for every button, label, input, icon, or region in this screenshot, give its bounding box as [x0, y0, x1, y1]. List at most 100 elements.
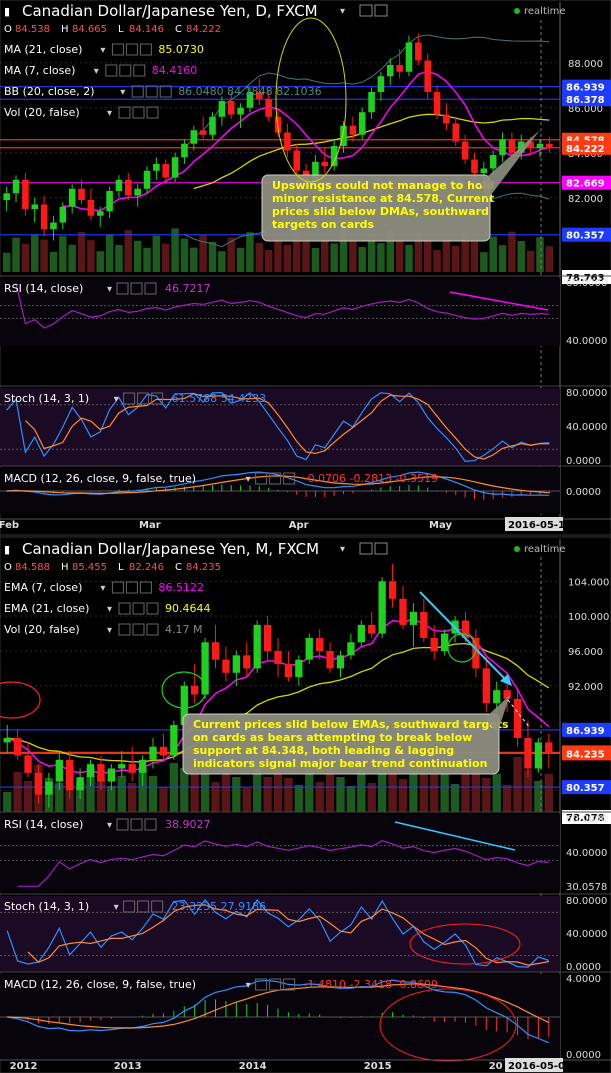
candle-body	[503, 690, 511, 699]
price-tag: 80.357	[562, 227, 611, 242]
subpanel-tick-label: 0.0000	[566, 456, 601, 467]
subpanel-label: Stoch (14, 3, 1)	[4, 392, 89, 405]
volume-bar	[190, 768, 199, 812]
candle-body	[78, 188, 85, 200]
indicator-legend-row[interactable]: MA (21, close) ▾ 85.0730	[4, 43, 204, 56]
volume-bar	[294, 785, 303, 812]
candle-body	[170, 724, 178, 756]
chart-monthly: 104.000100.00096.00092.00080.00086.93984…	[0, 536, 611, 1073]
subpanel-dropdown-icon[interactable]: ▾	[107, 820, 112, 831]
ohlc-label: L	[118, 24, 124, 35]
candle-body	[134, 188, 141, 196]
price-tag-label: 84.235	[566, 749, 605, 760]
candle-body	[107, 768, 116, 782]
subpanel-dropdown-icon[interactable]: ▾	[114, 902, 119, 913]
price-tag: 86.939	[562, 79, 611, 94]
collapse-icon[interactable]: ▮	[4, 543, 10, 556]
volume-bar	[536, 237, 544, 272]
volume-bar	[190, 247, 198, 272]
volume-bar	[12, 237, 20, 272]
candle-body	[12, 179, 20, 194]
subpanel-legend[interactable]: RSI (14, close) ▾ 38.9027	[4, 818, 211, 831]
volume-bar	[23, 781, 33, 812]
indicator-legend-row[interactable]: EMA (7, close) ▾ 86.5122	[4, 581, 204, 594]
current-date-label: 2016-05-19	[508, 520, 572, 531]
volume-bar	[502, 785, 512, 812]
subpanel-label: MACD (12, 26, close, 9, false, true)	[4, 978, 196, 991]
subpanel-dropdown-icon[interactable]: ▾	[246, 980, 251, 991]
x-tick-label: Feb	[0, 520, 19, 531]
subpanel-value: 61.5788 54.4233	[172, 392, 266, 405]
indicator-dropdown-icon[interactable]: ▾	[120, 87, 125, 98]
volume-bar	[148, 776, 158, 812]
candle-body	[482, 668, 490, 704]
indicator-dropdown-icon[interactable]: ▾	[107, 625, 112, 636]
candle-body	[24, 755, 32, 773]
volume-bar	[218, 251, 226, 272]
volume-bar	[283, 244, 292, 272]
x-tick-label: 2015	[364, 1061, 392, 1072]
ohlc-value: 84.538	[15, 24, 50, 35]
indicator-dropdown-icon[interactable]: ▾	[107, 108, 112, 119]
candle-body	[440, 633, 449, 651]
candle-body	[513, 698, 522, 739]
volume-bar	[87, 240, 95, 272]
realtime-label: realtime	[524, 544, 566, 555]
subpanel-legend[interactable]: Stoch (14, 3, 1) ▾ 61.5788 54.4233	[4, 392, 266, 405]
title-dropdown-icon[interactable]: ▾	[340, 544, 345, 555]
subpanel-legend[interactable]: RSI (14, close) ▾ 46.7217	[4, 282, 211, 295]
indicator-dropdown-icon[interactable]: ▾	[100, 583, 105, 594]
candle-body	[293, 150, 300, 171]
candle-body	[424, 60, 431, 92]
volume-bar	[208, 241, 217, 272]
candle-body	[295, 659, 303, 678]
ohlc-value: 84.222	[186, 24, 221, 35]
subpanel-dropdown-icon[interactable]: ▾	[246, 474, 251, 485]
candle-body	[87, 200, 95, 216]
candle-body	[191, 685, 199, 695]
candle-body	[326, 650, 334, 669]
subpanel-legend[interactable]: Stoch (14, 3, 1) ▾ 23.3235 27.9186	[4, 900, 266, 913]
indicator-dropdown-icon[interactable]: ▾	[94, 66, 99, 77]
candle-body	[499, 139, 506, 155]
volume-bar	[31, 234, 39, 272]
subpanel-dropdown-icon[interactable]: ▾	[114, 394, 119, 405]
volume-bar	[388, 774, 397, 812]
volume-bar	[133, 240, 142, 272]
candle-body	[115, 179, 123, 191]
candle-body	[22, 179, 29, 209]
candle-body	[358, 112, 366, 135]
volume-bar	[284, 778, 293, 812]
ohlc-value: 84.146	[129, 24, 164, 35]
volume-bar	[440, 773, 449, 812]
candle-body	[237, 107, 244, 115]
indicator-legend-row[interactable]: EMA (21, close) ▾ 90.4644	[4, 602, 211, 615]
x-tick-label: 2012	[10, 1061, 38, 1072]
collapse-icon[interactable]: ▮	[4, 5, 10, 18]
indicator-label: Vol (20, false)	[4, 106, 80, 119]
candle-body	[284, 132, 291, 151]
candle-body	[409, 611, 418, 625]
volume-bar	[357, 770, 366, 812]
subpanel-label: MACD (12, 26, close, 9, false, true)	[4, 472, 196, 485]
subpanel-dropdown-icon[interactable]: ▾	[107, 284, 112, 295]
volume-bar	[21, 243, 30, 272]
ohlc-label: C	[175, 562, 182, 573]
chart-daily: 88.00086.00084.00082.00086.93986.37884.5…	[0, 0, 611, 536]
subpanel-tick-label: 80.0000	[566, 388, 607, 399]
volume-bar	[450, 784, 460, 812]
subpanel-stoch: 80.0000 40.0000 0.0000 Stoch (14, 3, 1) ▾ 61.…	[0, 385, 611, 467]
candle-body	[209, 116, 216, 135]
ohlc-value: 84.665	[72, 24, 107, 35]
candle-body	[68, 188, 76, 207]
title-dropdown-icon[interactable]: ▾	[340, 6, 345, 17]
volume-bar	[442, 238, 451, 272]
volume-bar	[461, 768, 470, 812]
y-tick-label: 92.000	[568, 682, 603, 693]
candle-body	[265, 98, 272, 117]
volume-bar	[264, 249, 273, 272]
indicator-dropdown-icon[interactable]: ▾	[100, 45, 105, 56]
indicator-dropdown-icon[interactable]: ▾	[107, 604, 112, 615]
volume-bar	[115, 245, 123, 272]
candle-body	[211, 642, 220, 660]
